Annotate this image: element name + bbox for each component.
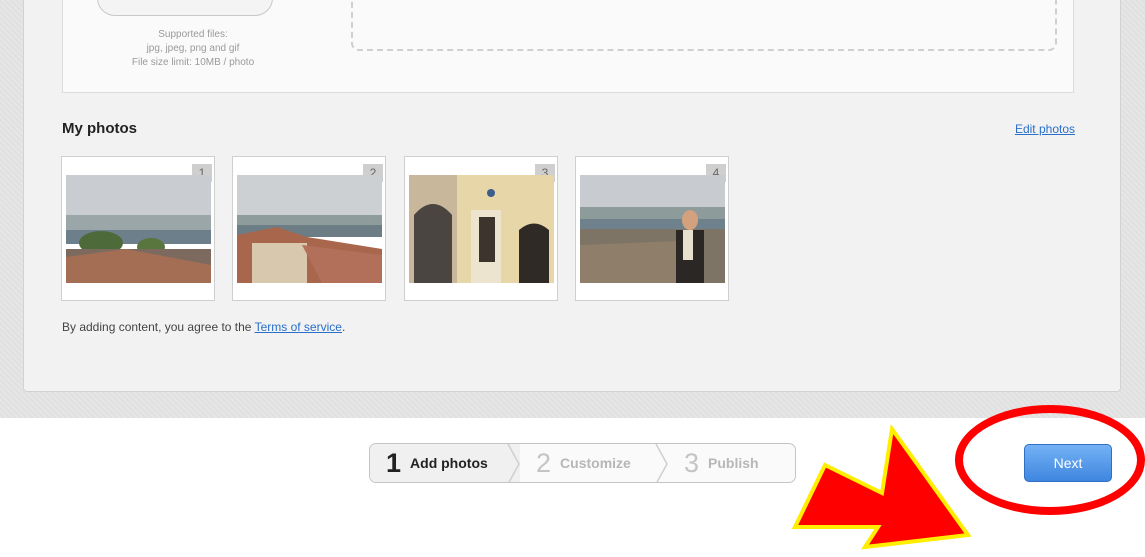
step-number: 1: [386, 447, 402, 478]
arrow-icon: [791, 425, 972, 550]
photo-thumbnail-1[interactable]: 1: [61, 156, 215, 301]
supported-file-types: jpg, jpeg, png and gif: [146, 43, 240, 54]
photo-image: [409, 175, 554, 283]
photo-image: [66, 175, 211, 283]
step-publish[interactable]: 3 Publish: [668, 444, 795, 482]
terms-notice: By adding content, you agree to the Term…: [62, 320, 345, 334]
file-size-limit: File size limit: 10MB / photo: [131, 57, 255, 68]
step-customize[interactable]: 2 Customize: [520, 444, 668, 482]
my-photos-heading: My photos: [62, 120, 137, 137]
terms-of-service-link[interactable]: Terms of service: [255, 320, 342, 334]
photo-image: [237, 175, 382, 283]
supported-files-title: Supported files:: [158, 29, 228, 40]
drop-zone[interactable]: [351, 0, 1057, 51]
photo-thumbnail-3[interactable]: 3: [404, 156, 558, 301]
terms-suffix: .: [341, 320, 346, 334]
step-number: 2: [536, 447, 552, 478]
photo-thumbnail-4[interactable]: 4: [575, 156, 729, 301]
wizard-steps: 1 Add photos 2 Customize 3 Publish: [369, 443, 796, 483]
photo-thumbnail-2[interactable]: 2: [232, 156, 386, 301]
step-label: Add photos: [410, 455, 488, 471]
step-label: Customize: [560, 455, 631, 471]
chevron-right-icon: [507, 444, 520, 482]
step-label: Publish: [708, 455, 759, 471]
photo-image: [580, 175, 725, 283]
chevron-right-icon: [655, 444, 668, 482]
browse-button[interactable]: [97, 0, 273, 16]
step-number: 3: [684, 447, 700, 478]
edit-photos-link[interactable]: Edit photos: [1015, 122, 1075, 136]
supported-files-info: Supported files: jpg, jpeg, png and gif …: [83, 28, 303, 70]
step-add-photos[interactable]: 1 Add photos: [370, 444, 520, 482]
terms-prefix: By adding content, you agree to the: [62, 320, 255, 334]
content-panel: Supported files: jpg, jpeg, png and gif …: [23, 0, 1121, 392]
upload-area: Supported files: jpg, jpeg, png and gif …: [62, 0, 1074, 93]
